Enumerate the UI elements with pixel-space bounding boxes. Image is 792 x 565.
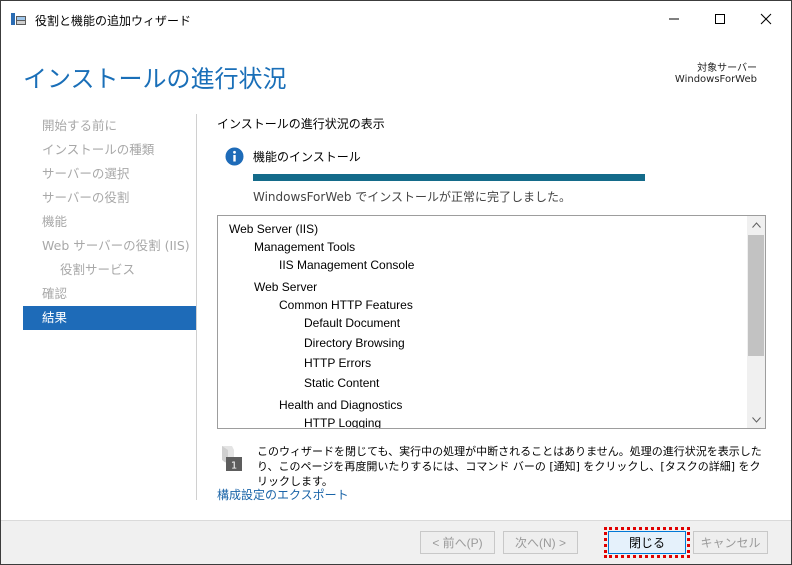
- nav-item-server-selection[interactable]: サーバーの選択: [23, 162, 196, 186]
- target-server-value: WindowsForWeb: [674, 74, 757, 85]
- export-config-link[interactable]: 構成設定のエクスポート: [217, 486, 349, 503]
- nav-item-role-services[interactable]: 役割サービス: [23, 258, 196, 282]
- flag-icon: 1: [220, 444, 244, 472]
- scroll-up-button[interactable]: [747, 216, 765, 233]
- maximize-button[interactable]: [697, 1, 743, 37]
- results-tree: Web Server (IIS) Management Tools IIS Mana…: [218, 216, 747, 428]
- tree-item: Directory Browsing: [304, 336, 405, 350]
- chevron-up-icon: [751, 221, 761, 228]
- nav-item-installation-type[interactable]: インストールの種類: [23, 138, 196, 162]
- nav-item-confirmation[interactable]: 確認: [23, 282, 196, 306]
- wizard-nav: 開始する前に インストールの種類 サーバーの選択 サーバーの役割 機能 Web …: [23, 114, 196, 330]
- tree-item: Management Tools: [254, 240, 356, 254]
- tree-item: Static Content: [304, 376, 380, 390]
- tree-item: HTTP Logging: [304, 416, 382, 428]
- tree-item: Default Document: [304, 316, 401, 330]
- wizard-window: 役割と機能の追加ウィザード インストールの進行状況 対象サーバー Windows…: [0, 0, 792, 565]
- results-list[interactable]: Web Server (IIS) Management Tools IIS Mana…: [217, 215, 766, 429]
- minimize-button[interactable]: [651, 1, 697, 37]
- results-scrollbar[interactable]: [747, 216, 765, 428]
- close-icon: [760, 13, 772, 25]
- window-title: 役割と機能の追加ウィザード: [35, 14, 192, 28]
- nav-item-server-roles[interactable]: サーバーの役割: [23, 186, 196, 210]
- cancel-button[interactable]: キャンセル: [693, 531, 768, 554]
- minimize-icon: [669, 18, 679, 20]
- server-manager-icon: [11, 12, 27, 26]
- close-button[interactable]: 閉じる: [608, 531, 686, 554]
- note-text: このウィザードを閉じても、実行中の処理が中断されることはありません。処理の進行状…: [257, 445, 762, 488]
- section-title: インストールの進行状況の表示: [217, 117, 385, 131]
- page-title: インストールの進行状況: [23, 65, 287, 93]
- feature-install-label: 機能のインストール: [253, 150, 361, 164]
- tree-item: IIS Management Console: [279, 258, 415, 272]
- next-button[interactable]: 次へ(N) >: [503, 531, 578, 554]
- chevron-down-icon: [751, 416, 761, 423]
- target-server-label: 対象サーバー: [697, 63, 757, 74]
- install-status-text: WindowsForWeb でインストールが正常に完了しました。: [253, 190, 572, 204]
- progress-fill: [253, 174, 645, 181]
- tree-item: HTTP Errors: [304, 356, 372, 370]
- maximize-icon: [715, 14, 725, 24]
- scroll-thumb[interactable]: [748, 235, 764, 356]
- note-badge: 1: [231, 461, 237, 472]
- nav-item-before-you-begin[interactable]: 開始する前に: [23, 114, 196, 138]
- nav-item-features[interactable]: 機能: [23, 210, 196, 234]
- info-icon: [225, 147, 244, 166]
- install-progress-bar: [253, 174, 645, 181]
- tree-item: Web Server: [254, 280, 318, 294]
- nav-divider: [196, 114, 197, 500]
- title-bar[interactable]: 役割と機能の追加ウィザード: [1, 1, 791, 37]
- tree-item: Web Server (IIS): [229, 222, 319, 236]
- nav-item-results[interactable]: 結果: [23, 306, 196, 330]
- scroll-down-button[interactable]: [747, 411, 765, 428]
- close-window-button[interactable]: [743, 1, 789, 37]
- tree-item: Common HTTP Features: [279, 298, 413, 312]
- previous-button[interactable]: < 前へ(P): [420, 531, 495, 554]
- nav-item-web-server-role[interactable]: Web サーバーの役割 (IIS): [23, 234, 196, 258]
- tree-item: Health and Diagnostics: [279, 398, 403, 412]
